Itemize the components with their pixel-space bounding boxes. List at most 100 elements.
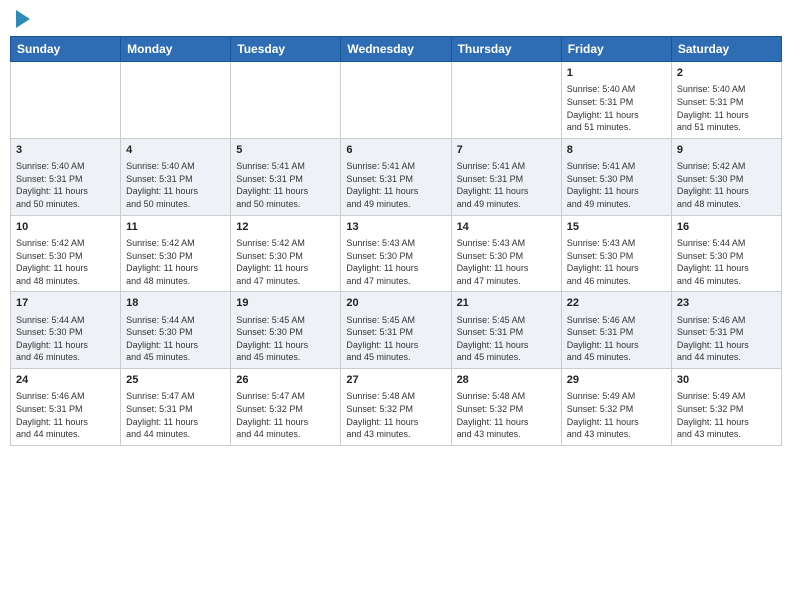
day-info: Sunrise: 5:46 AM Sunset: 5:31 PM Dayligh… bbox=[567, 314, 666, 364]
day-number: 29 bbox=[567, 373, 666, 388]
calendar-week-row: 1 Sunrise: 5:40 AM Sunset: 5:31 PM Daylig… bbox=[11, 62, 782, 139]
page-header bbox=[10, 10, 782, 28]
day-number: 9 bbox=[677, 143, 776, 158]
calendar-day-cell: 27 Sunrise: 5:48 AM Sunset: 5:32 PM Dayli… bbox=[341, 369, 451, 446]
calendar-day-cell: 7 Sunrise: 5:41 AM Sunset: 5:31 PM Daylig… bbox=[451, 138, 561, 215]
calendar-day-header: Saturday bbox=[671, 37, 781, 62]
day-info: Sunrise: 5:48 AM Sunset: 5:32 PM Dayligh… bbox=[457, 390, 556, 440]
calendar-day-header: Tuesday bbox=[231, 37, 341, 62]
calendar-day-cell: 12 Sunrise: 5:42 AM Sunset: 5:30 PM Dayli… bbox=[231, 215, 341, 292]
day-info: Sunrise: 5:44 AM Sunset: 5:30 PM Dayligh… bbox=[16, 314, 115, 364]
day-info: Sunrise: 5:43 AM Sunset: 5:30 PM Dayligh… bbox=[346, 237, 445, 287]
day-info: Sunrise: 5:40 AM Sunset: 5:31 PM Dayligh… bbox=[126, 160, 225, 210]
day-number: 18 bbox=[126, 296, 225, 311]
calendar-day-cell: 30Sunrise: 5:49 AM Sunset: 5:32 PM Dayli… bbox=[671, 369, 781, 446]
calendar-day-cell: 20 Sunrise: 5:45 AM Sunset: 5:31 PM Dayli… bbox=[341, 292, 451, 369]
day-number: 3 bbox=[16, 143, 115, 158]
day-number: 12 bbox=[236, 220, 335, 235]
calendar-day-cell: 3 Sunrise: 5:40 AM Sunset: 5:31 PM Daylig… bbox=[11, 138, 121, 215]
day-info: Sunrise: 5:40 AM Sunset: 5:31 PM Dayligh… bbox=[567, 83, 666, 133]
calendar-day-cell: 22 Sunrise: 5:46 AM Sunset: 5:31 PM Dayli… bbox=[561, 292, 671, 369]
calendar-day-cell: 24 Sunrise: 5:46 AM Sunset: 5:31 PM Dayli… bbox=[11, 369, 121, 446]
day-info: Sunrise: 5:42 AM Sunset: 5:30 PM Dayligh… bbox=[16, 237, 115, 287]
day-number: 10 bbox=[16, 220, 115, 235]
day-number: 20 bbox=[346, 296, 445, 311]
day-info: Sunrise: 5:41 AM Sunset: 5:31 PM Dayligh… bbox=[346, 160, 445, 210]
day-number: 24 bbox=[16, 373, 115, 388]
day-number: 8 bbox=[567, 143, 666, 158]
logo bbox=[14, 10, 30, 28]
day-info: Sunrise: 5:48 AM Sunset: 5:32 PM Dayligh… bbox=[346, 390, 445, 440]
calendar-day-cell: 28 Sunrise: 5:48 AM Sunset: 5:32 PM Dayli… bbox=[451, 369, 561, 446]
calendar-day-header: Friday bbox=[561, 37, 671, 62]
day-info: Sunrise: 5:42 AM Sunset: 5:30 PM Dayligh… bbox=[126, 237, 225, 287]
calendar-table: SundayMondayTuesdayWednesdayThursdayFrid… bbox=[10, 36, 782, 446]
day-number: 15 bbox=[567, 220, 666, 235]
day-info: Sunrise: 5:40 AM Sunset: 5:31 PM Dayligh… bbox=[677, 83, 776, 133]
day-info: Sunrise: 5:42 AM Sunset: 5:30 PM Dayligh… bbox=[236, 237, 335, 287]
day-number: 27 bbox=[346, 373, 445, 388]
day-number: 7 bbox=[457, 143, 556, 158]
calendar-day-cell: 9 Sunrise: 5:42 AM Sunset: 5:30 PM Daylig… bbox=[671, 138, 781, 215]
calendar-day-cell: 18 Sunrise: 5:44 AM Sunset: 5:30 PM Dayli… bbox=[121, 292, 231, 369]
calendar-day-header: Thursday bbox=[451, 37, 561, 62]
day-info: Sunrise: 5:47 AM Sunset: 5:31 PM Dayligh… bbox=[126, 390, 225, 440]
calendar-day-cell: 25 Sunrise: 5:47 AM Sunset: 5:31 PM Dayli… bbox=[121, 369, 231, 446]
calendar-week-row: 24 Sunrise: 5:46 AM Sunset: 5:31 PM Dayli… bbox=[11, 369, 782, 446]
day-number: 23 bbox=[677, 296, 776, 311]
calendar-day-cell: 19Sunrise: 5:45 AM Sunset: 5:30 PM Dayli… bbox=[231, 292, 341, 369]
calendar-day-header: Wednesday bbox=[341, 37, 451, 62]
calendar-week-row: 10 Sunrise: 5:42 AM Sunset: 5:30 PM Dayli… bbox=[11, 215, 782, 292]
day-number: 26 bbox=[236, 373, 335, 388]
day-number: 19 bbox=[236, 296, 335, 311]
day-number: 22 bbox=[567, 296, 666, 311]
day-info: Sunrise: 5:45 AM Sunset: 5:31 PM Dayligh… bbox=[457, 314, 556, 364]
day-info: Sunrise: 5:43 AM Sunset: 5:30 PM Dayligh… bbox=[457, 237, 556, 287]
day-info: Sunrise: 5:46 AM Sunset: 5:31 PM Dayligh… bbox=[16, 390, 115, 440]
day-number: 16 bbox=[677, 220, 776, 235]
day-number: 6 bbox=[346, 143, 445, 158]
calendar-day-cell bbox=[121, 62, 231, 139]
day-number: 14 bbox=[457, 220, 556, 235]
calendar-day-cell: 6 Sunrise: 5:41 AM Sunset: 5:31 PM Daylig… bbox=[341, 138, 451, 215]
day-number: 5 bbox=[236, 143, 335, 158]
day-info: Sunrise: 5:42 AM Sunset: 5:30 PM Dayligh… bbox=[677, 160, 776, 210]
day-info: Sunrise: 5:44 AM Sunset: 5:30 PM Dayligh… bbox=[677, 237, 776, 287]
day-info: Sunrise: 5:44 AM Sunset: 5:30 PM Dayligh… bbox=[126, 314, 225, 364]
day-number: 11 bbox=[126, 220, 225, 235]
calendar-day-cell: 13 Sunrise: 5:43 AM Sunset: 5:30 PM Dayli… bbox=[341, 215, 451, 292]
calendar-day-cell: 15 Sunrise: 5:43 AM Sunset: 5:30 PM Dayli… bbox=[561, 215, 671, 292]
calendar-header-row: SundayMondayTuesdayWednesdayThursdayFrid… bbox=[11, 37, 782, 62]
calendar-day-cell bbox=[451, 62, 561, 139]
calendar-day-cell: 26Sunrise: 5:47 AM Sunset: 5:32 PM Dayli… bbox=[231, 369, 341, 446]
calendar-day-cell bbox=[341, 62, 451, 139]
calendar-day-cell: 17 Sunrise: 5:44 AM Sunset: 5:30 PM Dayli… bbox=[11, 292, 121, 369]
calendar-day-cell: 23 Sunrise: 5:46 AM Sunset: 5:31 PM Dayli… bbox=[671, 292, 781, 369]
day-info: Sunrise: 5:46 AM Sunset: 5:31 PM Dayligh… bbox=[677, 314, 776, 364]
calendar-day-cell: 1 Sunrise: 5:40 AM Sunset: 5:31 PM Daylig… bbox=[561, 62, 671, 139]
day-number: 1 bbox=[567, 66, 666, 81]
day-number: 25 bbox=[126, 373, 225, 388]
day-number: 4 bbox=[126, 143, 225, 158]
calendar-day-cell: 10 Sunrise: 5:42 AM Sunset: 5:30 PM Dayli… bbox=[11, 215, 121, 292]
calendar-day-header: Sunday bbox=[11, 37, 121, 62]
day-info: Sunrise: 5:41 AM Sunset: 5:30 PM Dayligh… bbox=[567, 160, 666, 210]
day-info: Sunrise: 5:43 AM Sunset: 5:30 PM Dayligh… bbox=[567, 237, 666, 287]
calendar-day-cell: 4 Sunrise: 5:40 AM Sunset: 5:31 PM Daylig… bbox=[121, 138, 231, 215]
calendar-day-cell: 5Sunrise: 5:41 AM Sunset: 5:31 PM Daylig… bbox=[231, 138, 341, 215]
calendar-day-cell: 11 Sunrise: 5:42 AM Sunset: 5:30 PM Dayli… bbox=[121, 215, 231, 292]
calendar-day-cell: 21 Sunrise: 5:45 AM Sunset: 5:31 PM Dayli… bbox=[451, 292, 561, 369]
calendar-day-cell: 14 Sunrise: 5:43 AM Sunset: 5:30 PM Dayli… bbox=[451, 215, 561, 292]
logo-arrow-icon bbox=[16, 10, 30, 28]
day-info: Sunrise: 5:49 AM Sunset: 5:32 PM Dayligh… bbox=[677, 390, 776, 440]
day-info: Sunrise: 5:40 AM Sunset: 5:31 PM Dayligh… bbox=[16, 160, 115, 210]
day-number: 13 bbox=[346, 220, 445, 235]
day-info: Sunrise: 5:45 AM Sunset: 5:31 PM Dayligh… bbox=[346, 314, 445, 364]
calendar-day-cell bbox=[231, 62, 341, 139]
calendar-day-cell bbox=[11, 62, 121, 139]
day-number: 21 bbox=[457, 296, 556, 311]
day-number: 17 bbox=[16, 296, 115, 311]
calendar-day-cell: 29Sunrise: 5:49 AM Sunset: 5:32 PM Dayli… bbox=[561, 369, 671, 446]
day-info: Sunrise: 5:41 AM Sunset: 5:31 PM Dayligh… bbox=[457, 160, 556, 210]
day-number: 28 bbox=[457, 373, 556, 388]
